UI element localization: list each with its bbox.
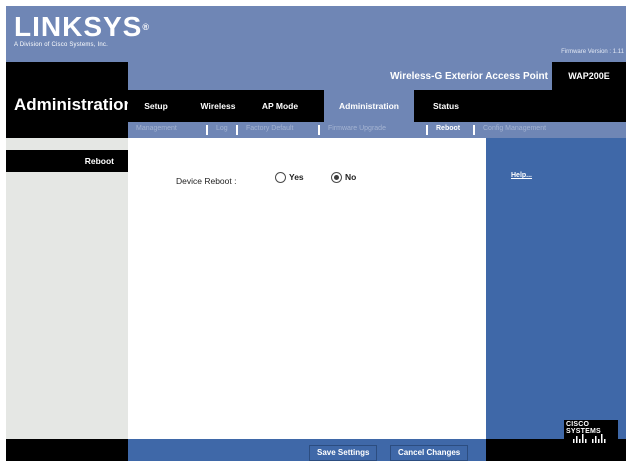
subtab-firmware-upgrade[interactable]: Firmware Upgrade [328, 125, 386, 132]
subnav-left-strip [6, 122, 128, 138]
subtab-log[interactable]: Log [216, 125, 228, 132]
page-heading: Reboot [84, 156, 114, 166]
main-tabs: Setup Wireless AP Mode Administration St… [128, 90, 626, 122]
model-number: WAP200E [552, 62, 626, 90]
reboot-no-radio[interactable] [331, 172, 342, 183]
reboot-no-label[interactable]: No [345, 172, 356, 182]
subtab-separator [426, 125, 428, 135]
subtab-separator [318, 125, 320, 135]
tab-wireless[interactable]: Wireless [192, 90, 244, 122]
tab-administration[interactable]: Administration [324, 90, 414, 122]
page-heading-block: Reboot [6, 150, 128, 172]
logo-subtitle: A Division of Cisco Systems, Inc. [14, 42, 108, 48]
cisco-bridge-icon [573, 434, 606, 443]
device-reboot-label: Device Reboot : [176, 176, 237, 186]
save-settings-button[interactable]: Save Settings [309, 445, 378, 461]
tab-ap-mode[interactable]: AP Mode [256, 90, 304, 122]
subtab-config-management[interactable]: Config Management [483, 125, 546, 132]
sub-tabs: Management Log Factory Default Firmware … [128, 122, 626, 138]
linksys-logo: LINKSYS® [14, 11, 150, 42]
subtab-separator [473, 125, 475, 135]
radio-selected-dot [334, 175, 339, 180]
firmware-version: Firmware Version : 1.11 [561, 49, 624, 55]
subtab-separator [236, 125, 238, 135]
reboot-yes-label[interactable]: Yes [289, 172, 304, 182]
subtab-reboot[interactable]: Reboot [436, 125, 460, 132]
brand-bar: LINKSYS® A Division of Cisco Systems, In… [6, 6, 626, 62]
tab-setup[interactable]: Setup [134, 90, 178, 122]
product-bar: Wireless-G Exterior Access Point WAP200E [128, 62, 626, 90]
help-panel [486, 138, 626, 439]
product-name: Wireless-G Exterior Access Point [390, 71, 548, 82]
subtab-separator [206, 125, 208, 135]
reboot-yes-radio[interactable] [275, 172, 286, 183]
footer-left [6, 439, 128, 461]
help-link[interactable]: Help... [511, 172, 532, 179]
subtab-factory-default[interactable]: Factory Default [246, 125, 293, 132]
tab-status[interactable]: Status [426, 90, 466, 122]
router-admin-page: LINKSYS® A Division of Cisco Systems, In… [6, 6, 626, 461]
section-title: Administration [14, 95, 134, 114]
left-sidebar [6, 138, 128, 439]
section-title-block: Administration [6, 62, 134, 122]
subtab-management[interactable]: Management [136, 125, 177, 132]
cancel-changes-button[interactable]: Cancel Changes [390, 445, 469, 461]
